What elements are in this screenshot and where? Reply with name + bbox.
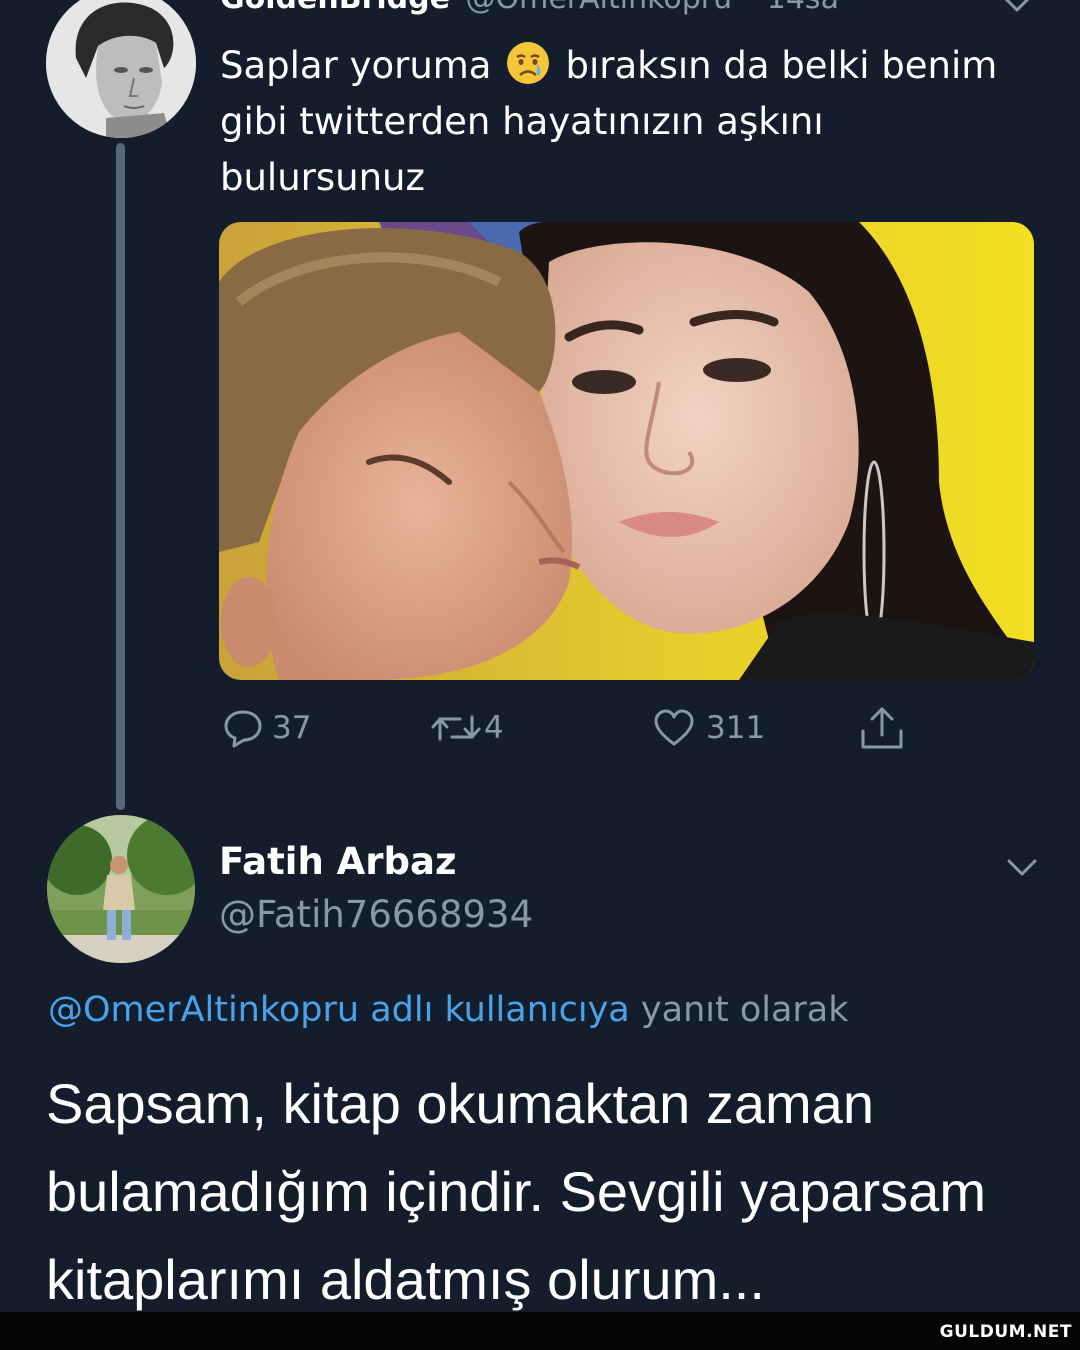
bottom-bar xyxy=(0,1312,1080,1350)
reply-mention-link[interactable]: @OmerAltinkopru adlı kullanıcıya xyxy=(48,990,630,1030)
tweet1-display-name[interactable]: GoldenBridge xyxy=(220,0,450,16)
like-button[interactable]: 311 xyxy=(652,700,765,756)
crying-face-icon xyxy=(505,40,551,86)
chevron-down-icon[interactable] xyxy=(1004,855,1040,881)
tweet1-time: · 14sa xyxy=(748,0,839,16)
like-count: 311 xyxy=(706,710,766,746)
retweet-button[interactable]: 4 xyxy=(430,700,504,756)
tweet1-text-part1: Saplar yoruma xyxy=(220,44,492,87)
tweet1-photo[interactable] xyxy=(219,222,1034,680)
reply-button[interactable]: 37 xyxy=(222,700,311,756)
retweet-count: 4 xyxy=(484,710,504,746)
replying-to: @OmerAltinkopru adlı kullanıcıya yanıt o… xyxy=(48,988,849,1032)
reply-to-label: yanıt olarak xyxy=(640,990,849,1030)
tweet2-display-name[interactable]: Fatih Arbaz xyxy=(219,840,457,884)
reply-icon xyxy=(224,710,262,748)
avatar-goldenbridge[interactable] xyxy=(46,0,196,138)
avatar-fatih-arbaz[interactable] xyxy=(47,815,195,963)
tweet1-header: GoldenBridge @OmerAltinkopru · 14sa xyxy=(220,0,839,16)
tweet2-text: Sapsam, kitap okumaktan zaman bulamadığı… xyxy=(46,1072,986,1311)
tweet1-handle[interactable]: @OmerAltinkopru xyxy=(465,0,732,16)
retweet-icon xyxy=(431,715,481,741)
avatar-photo xyxy=(46,0,196,138)
tweet2-handle[interactable]: @Fatih76668934 xyxy=(219,893,533,937)
reply-count: 37 xyxy=(272,710,312,746)
couple-photo-image xyxy=(219,222,1034,680)
chevron-down-icon[interactable] xyxy=(1000,0,1034,18)
share-icon xyxy=(861,707,903,749)
tweet1-text: Saplar yoruma bıraksın da belki benim gi… xyxy=(220,38,1020,206)
heart-icon xyxy=(654,709,694,746)
thread-connector-line xyxy=(116,143,125,810)
share-button[interactable] xyxy=(857,700,907,756)
watermark: GULDUM.NET xyxy=(939,1322,1072,1342)
avatar-photo xyxy=(47,815,195,963)
